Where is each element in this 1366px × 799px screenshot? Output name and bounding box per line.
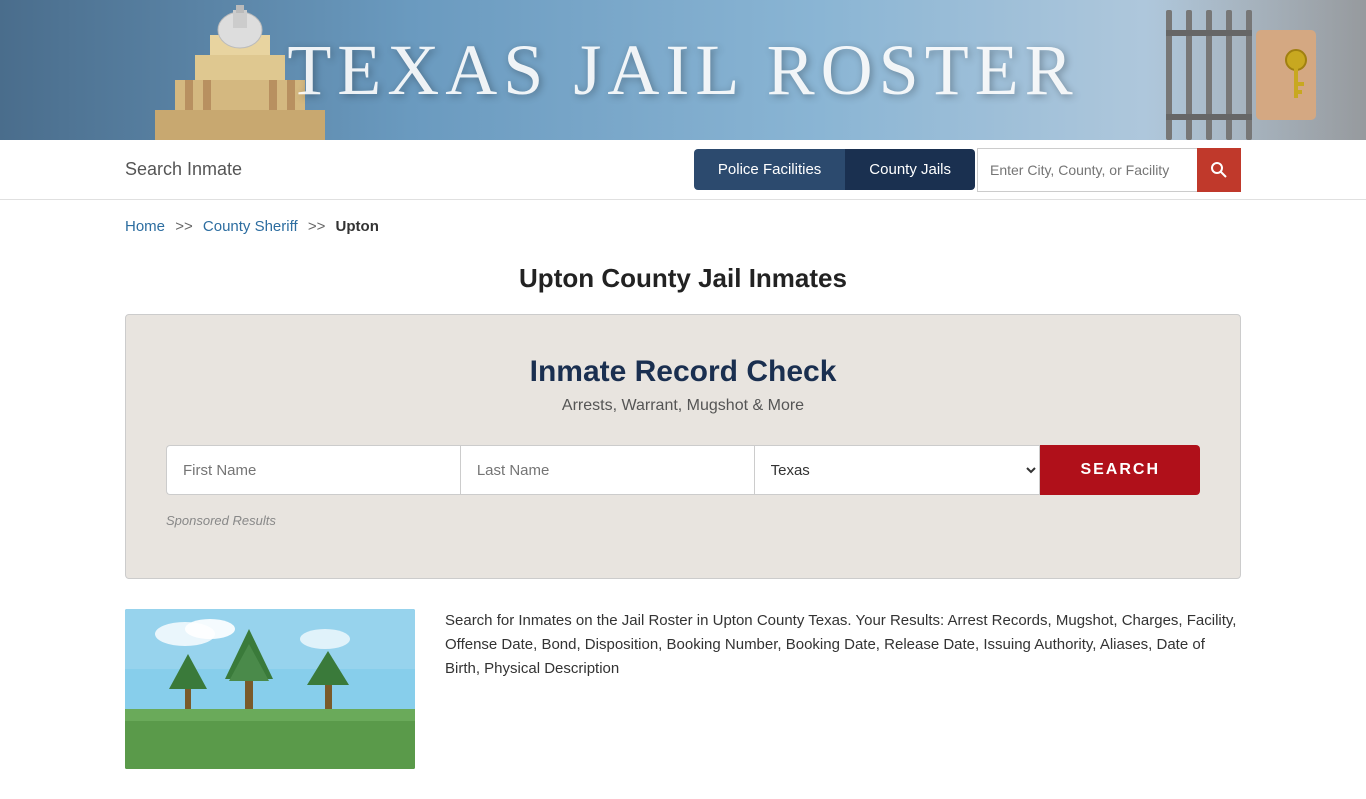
search-icon	[1210, 161, 1228, 179]
bottom-description: Search for Inmates on the Jail Roster in…	[445, 609, 1241, 681]
first-name-input[interactable]	[166, 445, 460, 495]
jail-keys-icon	[1166, 10, 1326, 140]
county-jails-button[interactable]: County Jails	[845, 149, 975, 190]
breadcrumb: Home >> County Sheriff >> Upton	[0, 200, 1366, 253]
police-facilities-button[interactable]: Police Facilities	[694, 149, 845, 190]
inmate-search-container: Inmate Record Check Arrests, Warrant, Mu…	[125, 314, 1241, 579]
state-select[interactable]: AlabamaAlaskaArizonaArkansasCaliforniaCo…	[754, 445, 1041, 495]
bottom-image	[125, 609, 415, 769]
breadcrumb-sep-1: >>	[175, 218, 193, 235]
search-button[interactable]: SEARCH	[1040, 445, 1200, 495]
header-banner: Texas Jail Roster	[0, 0, 1366, 140]
location-image	[125, 609, 415, 769]
breadcrumb-sep-2: >>	[308, 218, 326, 235]
inmate-record-subtitle: Arrests, Warrant, Mugshot & More	[166, 397, 1200, 415]
search-inmate-label: Search Inmate	[125, 159, 694, 180]
nav-buttons: Police Facilities County Jails	[694, 148, 1241, 192]
banner-title: Texas Jail Roster	[287, 29, 1078, 112]
bottom-section: Search for Inmates on the Jail Roster in…	[0, 609, 1366, 799]
inmate-search-row: AlabamaAlaskaArizonaArkansasCaliforniaCo…	[166, 445, 1200, 495]
nav-bar: Search Inmate Police Facilities County J…	[0, 140, 1366, 200]
breadcrumb-home[interactable]: Home	[125, 218, 165, 235]
breadcrumb-county-sheriff[interactable]: County Sheriff	[203, 218, 298, 235]
inmate-record-check-title: Inmate Record Check	[166, 355, 1200, 389]
last-name-input[interactable]	[460, 445, 754, 495]
page-title: Upton County Jail Inmates	[0, 263, 1366, 294]
sponsored-results-label: Sponsored Results	[166, 513, 1200, 528]
facility-search-button[interactable]	[1197, 148, 1241, 192]
breadcrumb-current: Upton	[336, 218, 379, 235]
facility-search-input[interactable]	[977, 148, 1197, 192]
